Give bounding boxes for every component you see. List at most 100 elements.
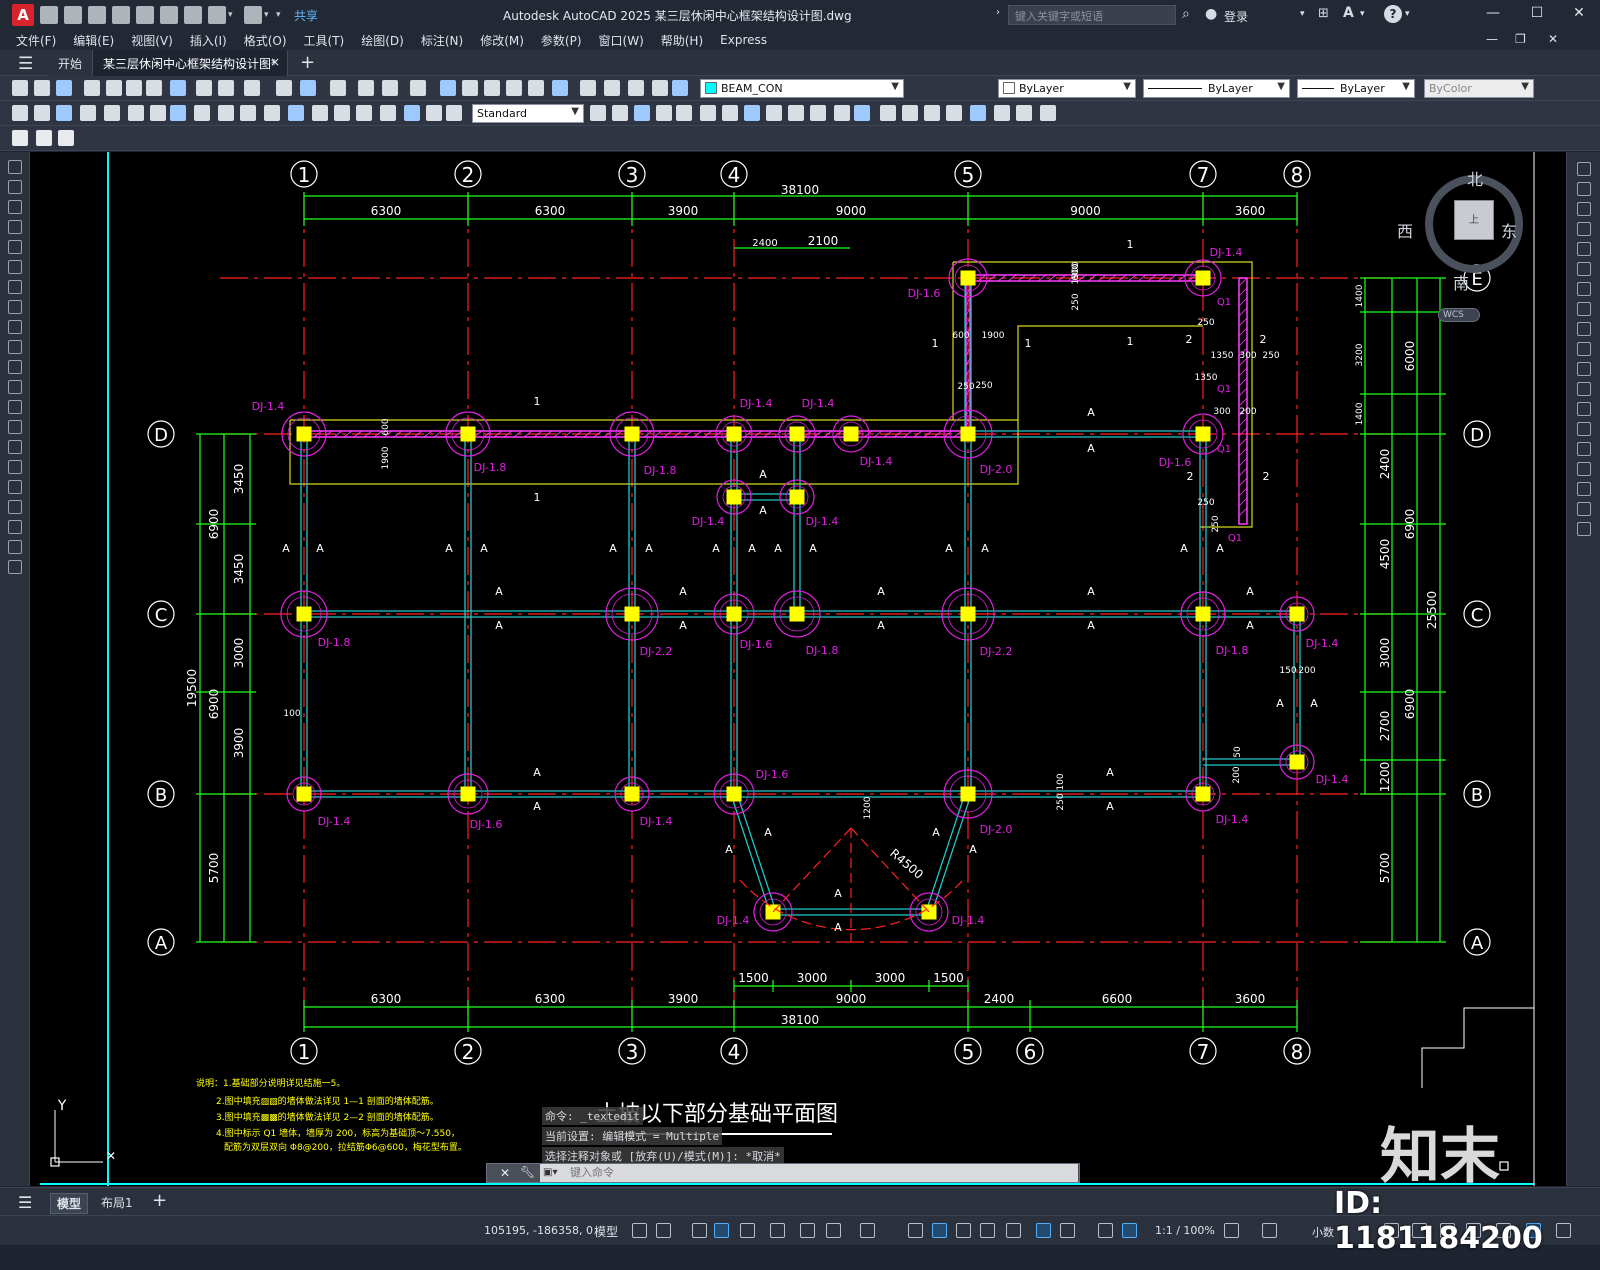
- open-web-icon[interactable]: [136, 6, 154, 24]
- status-toggle-icon[interactable]: [1060, 1223, 1075, 1238]
- draw-tool-icon[interactable]: [8, 520, 22, 534]
- share-button[interactable]: 共享: [294, 7, 318, 24]
- lineweight-dropdown[interactable]: ByLayer ▼: [1297, 79, 1415, 98]
- modify-tool-icon[interactable]: [1577, 182, 1591, 196]
- modify-tool-icon[interactable]: [1577, 222, 1591, 236]
- status-toggle-icon[interactable]: [800, 1223, 815, 1238]
- status-toggle-icon[interactable]: [692, 1223, 707, 1238]
- insert-block-icon[interactable]: [36, 130, 52, 146]
- dimension-tool-icon[interactable]: [56, 105, 72, 121]
- dimension-tool-icon[interactable]: [194, 105, 210, 121]
- status-toggle-icon[interactable]: [860, 1223, 875, 1238]
- status-toggle-icon[interactable]: [932, 1223, 947, 1238]
- undo-icon[interactable]: [208, 6, 226, 24]
- draw-tool-icon[interactable]: [8, 480, 22, 494]
- status-toggle-icon[interactable]: [740, 1223, 755, 1238]
- tab-layout1[interactable]: 布局1: [95, 1193, 139, 1212]
- draw-tool-icon[interactable]: [8, 180, 22, 194]
- search-input[interactable]: 键入关键字或短语: [1008, 5, 1176, 25]
- redo-icon[interactable]: [244, 6, 262, 24]
- dimension-tool-icon[interactable]: [744, 105, 760, 121]
- draw-tool-icon[interactable]: [8, 440, 22, 454]
- dimension-tool-icon[interactable]: [334, 105, 350, 121]
- draw-tool-icon[interactable]: [8, 260, 22, 274]
- status-toggle-icon[interactable]: [980, 1223, 995, 1238]
- plotstyle-dropdown[interactable]: ByColor ▼: [1424, 79, 1534, 98]
- modify-tool-icon[interactable]: [1577, 402, 1591, 416]
- modify-tool-icon[interactable]: [1577, 342, 1591, 356]
- modify-tool-icon[interactable]: [1577, 322, 1591, 336]
- menu-parametric[interactable]: 参数(P): [541, 32, 582, 49]
- tab-start[interactable]: 开始: [48, 50, 93, 76]
- standard-tool-icon[interactable]: [484, 80, 500, 96]
- dimension-tool-icon[interactable]: [170, 105, 186, 121]
- dimension-tool-icon[interactable]: [590, 105, 606, 121]
- modify-tool-icon[interactable]: [1577, 502, 1591, 516]
- dimension-tool-icon[interactable]: [700, 105, 716, 121]
- tab-drawing[interactable]: 某三层休闲中心框架结构设计图*: [92, 50, 289, 76]
- a360-dropdown-icon[interactable]: ▾: [1360, 9, 1365, 19]
- dimension-tool-icon[interactable]: [766, 105, 782, 121]
- doc-restore-button[interactable]: ❐: [1515, 32, 1526, 46]
- drawing-canvas[interactable]: 1 2 3 4 5 7 81 2 3 4 5 6 7 8DCBAEDCBA381006300 6300 390…: [30, 152, 1566, 1186]
- modify-tool-icon[interactable]: [1577, 362, 1591, 376]
- dimension-tool-icon[interactable]: [946, 105, 962, 121]
- menu-edit[interactable]: 编辑(E): [73, 32, 114, 49]
- menu-view[interactable]: 视图(V): [131, 32, 173, 49]
- draw-tool-icon[interactable]: [8, 380, 22, 394]
- draw-tool-icon[interactable]: [8, 240, 22, 254]
- help-dropdown-icon[interactable]: ▾: [1405, 9, 1410, 19]
- standard-tool-icon[interactable]: [244, 80, 260, 96]
- plot-icon[interactable]: [184, 6, 202, 24]
- dimension-tool-icon[interactable]: [612, 105, 628, 121]
- dimension-tool-icon[interactable]: [240, 105, 256, 121]
- modify-tool-icon[interactable]: [1577, 482, 1591, 496]
- modify-tool-icon[interactable]: [1577, 262, 1591, 276]
- menu-express[interactable]: Express: [720, 33, 767, 47]
- undo-dropdown-icon[interactable]: ▾: [228, 10, 238, 20]
- standard-tool-icon[interactable]: [382, 80, 398, 96]
- dimension-tool-icon[interactable]: [810, 105, 826, 121]
- dimension-tool-icon[interactable]: [1040, 105, 1056, 121]
- standard-tool-icon[interactable]: [218, 80, 234, 96]
- draw-tool-icon[interactable]: [8, 460, 22, 474]
- login-dropdown-icon[interactable]: ▾: [1300, 9, 1305, 19]
- modify-tool-icon[interactable]: [1577, 302, 1591, 316]
- menu-insert[interactable]: 插入(I): [190, 32, 227, 49]
- login-button[interactable]: 登录: [1224, 8, 1248, 25]
- menu-modify[interactable]: 修改(M): [480, 32, 524, 49]
- standard-tool-icon[interactable]: [528, 80, 544, 96]
- close-window-button[interactable]: ✕: [1564, 5, 1594, 25]
- standard-tool-icon[interactable]: [196, 80, 212, 96]
- standard-tool-icon[interactable]: [440, 80, 456, 96]
- new-tab-button[interactable]: +: [300, 52, 315, 73]
- standard-tool-icon[interactable]: [330, 80, 346, 96]
- standard-tool-icon[interactable]: [84, 80, 100, 96]
- dimension-tool-icon[interactable]: [80, 105, 96, 121]
- standard-tool-icon[interactable]: [300, 80, 316, 96]
- draw-tool-icon[interactable]: [8, 500, 22, 514]
- layout-menu-icon[interactable]: ☰: [18, 1193, 32, 1212]
- standard-tool-icon[interactable]: [146, 80, 162, 96]
- viewcube-north[interactable]: 北: [1467, 166, 1483, 190]
- viewcube-south[interactable]: 南: [1453, 270, 1469, 294]
- standard-tool-icon[interactable]: [106, 80, 122, 96]
- dimension-tool-icon[interactable]: [104, 105, 120, 121]
- modify-tool-icon[interactable]: [1577, 522, 1591, 536]
- attribute-icon[interactable]: [58, 130, 74, 146]
- dimension-tool-icon[interactable]: [34, 105, 50, 121]
- modify-tool-icon[interactable]: [1577, 442, 1591, 456]
- cart-icon[interactable]: ⊞: [1318, 6, 1329, 21]
- draw-tool-icon[interactable]: [8, 420, 22, 434]
- modify-tool-icon[interactable]: [1577, 462, 1591, 476]
- command-settings-icon[interactable]: 🔧︎: [520, 1165, 535, 1179]
- draw-tool-icon[interactable]: [8, 560, 22, 574]
- maximize-button[interactable]: ☐: [1522, 5, 1552, 25]
- model-space-button[interactable]: 模型: [594, 1223, 618, 1240]
- menu-format[interactable]: 格式(O): [244, 32, 287, 49]
- dimension-tool-icon[interactable]: [312, 105, 328, 121]
- menu-dimension[interactable]: 标注(N): [421, 32, 463, 49]
- app-menu-icon[interactable]: ☰: [18, 54, 33, 74]
- linetype-dropdown[interactable]: ByLayer ▼: [1143, 79, 1290, 98]
- saveas-icon[interactable]: [112, 6, 130, 24]
